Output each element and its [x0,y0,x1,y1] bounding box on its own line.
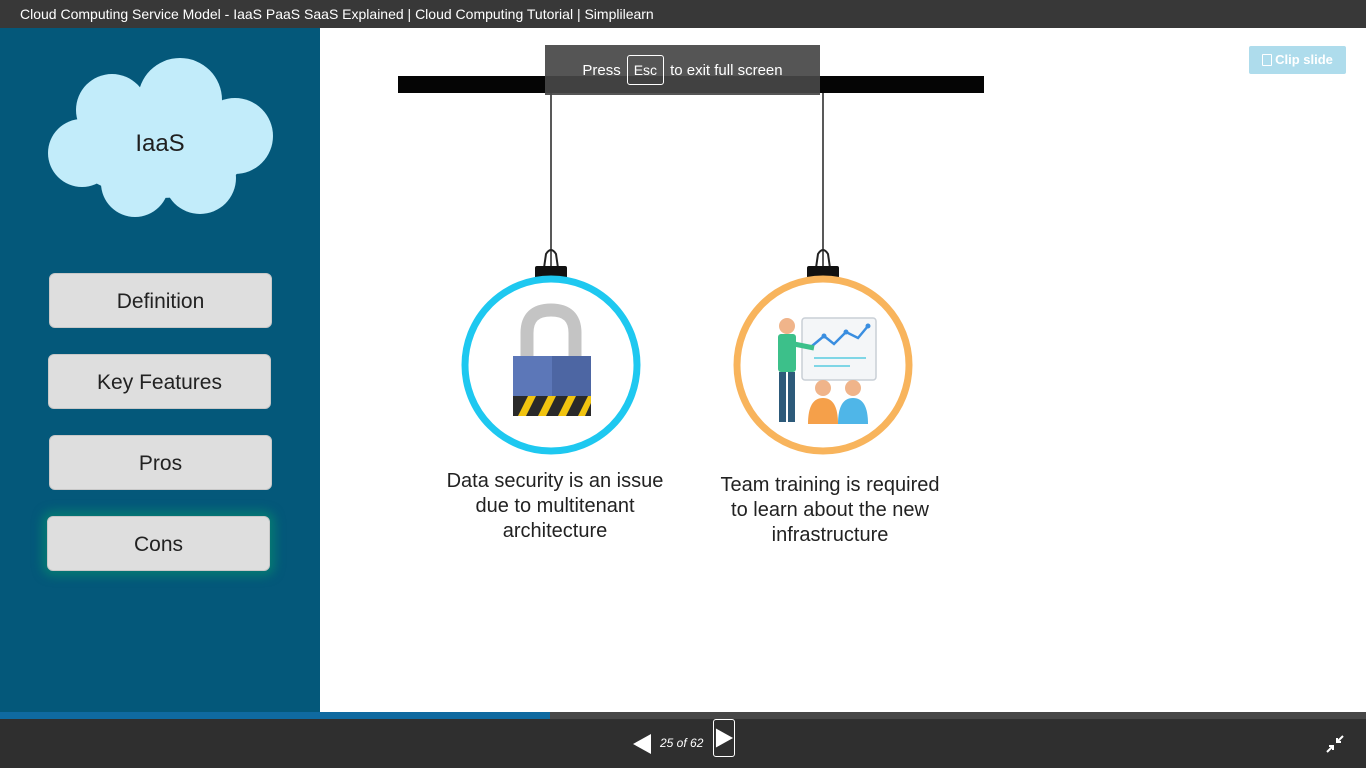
caption-line: architecture [502,520,608,542]
caption-left: Data security is an issue due to multite… [400,469,710,544]
fullscreen-notice-prefix: Press [582,61,621,79]
caption-line: to learn about the new [731,499,929,521]
clip-icon [1262,54,1273,66]
caption-line: due to multitenant [475,495,635,517]
pros-button[interactable]: Pros [49,435,272,490]
next-slide-button[interactable] [713,719,735,757]
slide-progress-bar[interactable] [0,712,1366,719]
slide-progress-fill [0,712,551,719]
fullscreen-notice-suffix: to exit full screen [670,61,783,79]
clip-slide-label: Clip slide [1275,52,1333,67]
window-title: Cloud Computing Service Model - IaaS Paa… [0,0,1366,28]
exit-fullscreen-icon[interactable] [1325,734,1345,754]
esc-key: Esc [626,55,665,85]
page-counter: 25 of 62 [660,736,704,750]
player-controls: 25 of 62 [0,719,1366,768]
caption-line: infrastructure [771,524,889,546]
fullscreen-notice: Press Esc to exit full screen [545,45,820,95]
cons-button[interactable]: Cons [47,516,270,571]
caption-right: Team training is required to learn about… [675,473,985,548]
caption-line: Data security is an issue [446,470,664,492]
definition-button[interactable]: Definition [49,273,272,328]
clip-slide-button[interactable]: Clip slide [1249,46,1346,74]
slide-illustration [398,76,984,455]
cloud-label: IaaS [135,130,185,157]
previous-slide-icon[interactable] [632,733,652,755]
next-slide-icon [715,728,734,748]
key-features-button[interactable]: Key Features [48,354,271,409]
caption-line: Team training is required [720,474,940,496]
